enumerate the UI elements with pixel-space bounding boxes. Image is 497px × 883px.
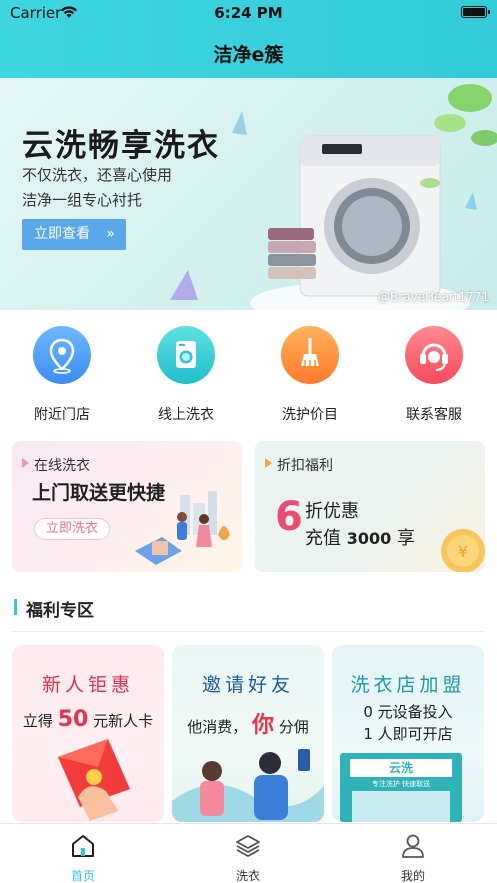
- banner-subtitle-2: 洁净一组专心衬托: [22, 191, 143, 209]
- layers-icon: [236, 835, 260, 857]
- new-user-offer: 立得 50 元新人卡: [12, 707, 164, 732]
- red-envelope-icon: [58, 739, 130, 821]
- app-header: Carrier 6:24 PM 洁净e簇: [0, 0, 497, 78]
- section-title: 福利专区: [14, 596, 94, 621]
- new-user-amount: 50: [57, 707, 89, 732]
- banner-subtitle-1: 不仅洗衣，还喜心使用: [22, 166, 173, 184]
- quick-links: 附近门店 线上洗衣 洗护价目 联系客服: [0, 310, 497, 434]
- triangle-bullet-icon: [265, 458, 272, 468]
- invite-you: 你: [251, 713, 274, 738]
- quick-link-label: 洗护价目: [282, 407, 338, 423]
- promo-discount[interactable]: 折扣福利 6 折优惠 充值 3000 享 ¥: [255, 441, 485, 572]
- tab-label: 洗衣: [235, 869, 260, 883]
- franchise-line-1: 0 元设备投入: [363, 703, 453, 721]
- card-franchise[interactable]: 洗衣店加盟 0 元设备投入 1 人即可开店 云洗 专注洗护 快速取送: [332, 645, 484, 822]
- user-icon: [402, 834, 424, 858]
- discount-line-2-suffix: 享: [397, 528, 415, 549]
- view-now-label: 立即查看: [34, 226, 90, 242]
- discount-number: 6: [275, 494, 303, 540]
- quick-link-online-wash[interactable]: 线上洗衣: [141, 326, 231, 424]
- quick-link-label: 联系客服: [406, 407, 462, 423]
- view-now-button[interactable]: 立即查看 »: [22, 219, 126, 250]
- tab-home[interactable]: 首页: [33, 832, 133, 883]
- headset-icon: [405, 326, 463, 384]
- wash-now-button[interactable]: 立即洗衣: [34, 518, 110, 540]
- delivery-illustration: [135, 491, 230, 565]
- discount-line-2: 充值 3000 享: [305, 524, 415, 550]
- triangle-bullet-icon: [22, 458, 29, 468]
- watermark: @BraveHeart1771: [378, 290, 489, 304]
- tab-label: 我的: [400, 869, 425, 883]
- card-title: 新人钜惠: [41, 674, 134, 696]
- status-bar: Carrier 6:24 PM: [0, 0, 497, 26]
- washing-machine-icon: [157, 326, 215, 384]
- svg-text:¥: ¥: [458, 542, 468, 561]
- quick-link-label: 附近门店: [34, 407, 90, 423]
- invite-illustration: [172, 749, 324, 822]
- divider: [12, 631, 485, 632]
- card-invite-friends[interactable]: 邀请好友 他消费， 你 分佣: [172, 645, 324, 822]
- banner-title: 云洗畅享洗衣: [22, 128, 220, 164]
- shop-subtext: 专注洗护 快速取送: [371, 780, 431, 788]
- clock: 6:24 PM: [214, 4, 283, 22]
- broom-icon: [281, 326, 339, 384]
- invite-post: 分佣: [278, 718, 309, 736]
- promo-tag: 折扣福利: [277, 458, 333, 474]
- home-icon: [72, 835, 94, 857]
- double-chevron-right-icon: »: [106, 226, 115, 242]
- battery-icon: [461, 6, 490, 18]
- discount-amount: 3000: [346, 529, 392, 548]
- hero-banner[interactable]: 云洗畅享洗衣 不仅洗衣，还喜心使用 洁净一组专心衬托 立即查看 » @Brave…: [0, 78, 497, 310]
- tab-wash[interactable]: 洗衣: [198, 832, 298, 883]
- location-pin-icon: [33, 326, 91, 384]
- invite-pre: 他消费，: [187, 718, 248, 736]
- quick-link-label: 线上洗衣: [158, 407, 214, 423]
- tab-bar: 首页 洗衣 我的: [0, 823, 497, 883]
- tab-label: 首页: [70, 869, 95, 883]
- card-new-user[interactable]: 新人钜惠 立得 50 元新人卡: [12, 645, 164, 822]
- shop-sign: 云洗: [350, 759, 452, 777]
- invite-offer: 他消费， 你 分佣: [172, 707, 324, 739]
- discount-line-2-prefix: 充值: [305, 528, 341, 549]
- new-user-post: 元新人卡: [93, 712, 154, 730]
- card-title: 洗衣店加盟: [350, 674, 466, 696]
- coin-icon: ¥: [441, 529, 485, 572]
- shop-window: [352, 791, 450, 822]
- tab-mine[interactable]: 我的: [363, 832, 463, 883]
- shop-front: 云洗 专注洗护 快速取送: [340, 753, 462, 822]
- discount-line-1: 折优惠: [305, 501, 359, 522]
- promo-tag: 在线洗衣: [34, 458, 90, 474]
- franchise-line-2: 1 人即可开店: [363, 725, 453, 743]
- quick-link-price-list[interactable]: 洗护价目: [265, 326, 355, 424]
- quick-link-nearby-store[interactable]: 附近门店: [17, 326, 107, 424]
- page-title: 洁净e簇: [213, 44, 284, 66]
- card-title: 邀请好友: [201, 674, 294, 696]
- quick-link-customer-service[interactable]: 联系客服: [389, 326, 479, 424]
- promo-online-wash[interactable]: 在线洗衣 上门取送更快捷 立即洗衣: [12, 441, 242, 572]
- new-user-pre: 立得: [22, 712, 53, 730]
